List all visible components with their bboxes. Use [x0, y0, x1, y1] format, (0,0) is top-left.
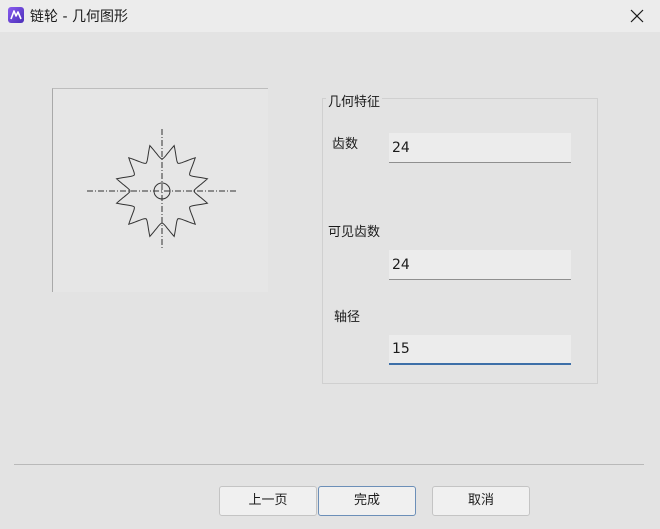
finish-button[interactable]: 完成: [318, 486, 416, 516]
prev-page-button[interactable]: 上一页: [219, 486, 317, 516]
window-title: 链轮 - 几何图形: [30, 9, 128, 25]
shaft-diameter-input[interactable]: [389, 335, 571, 365]
close-button[interactable]: [614, 0, 660, 32]
app-icon: [8, 7, 24, 23]
title-bar[interactable]: 链轮 - 几何图形: [0, 0, 660, 32]
cancel-button[interactable]: 取消: [432, 486, 530, 516]
close-icon: [630, 9, 644, 23]
tooth-count-label: 齿数: [332, 137, 359, 152]
sprocket-drawing: [87, 129, 237, 249]
group-title: 几何特征: [326, 91, 383, 110]
tooth-count-input[interactable]: [389, 133, 571, 163]
visible-teeth-input[interactable]: [389, 250, 571, 280]
visible-teeth-label: 可见齿数: [328, 225, 381, 240]
gear-preview: [52, 88, 268, 292]
dialog-window: 链轮 - 几何图形 几何特征 齿数 可见齿数 轴径 上一页 完成 取消: [0, 0, 660, 529]
footer-separator: [14, 464, 644, 465]
shaft-diameter-label: 轴径: [334, 310, 361, 325]
